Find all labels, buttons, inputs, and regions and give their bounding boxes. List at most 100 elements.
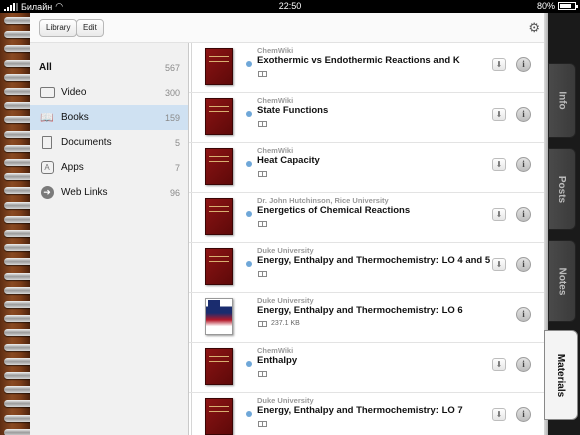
- app-store-icon: A: [39, 161, 55, 175]
- book-cover-thumbnail: [205, 198, 233, 235]
- open-book-icon: 📖: [40, 112, 54, 124]
- info-icon[interactable]: i: [516, 407, 531, 422]
- sidebar-item-count: 567: [164, 62, 180, 73]
- sidebar-item-all[interactable]: All 567: [30, 55, 188, 80]
- library-button[interactable]: Library: [39, 19, 78, 37]
- tab-posts[interactable]: Posts: [548, 148, 576, 230]
- sidebar-item-count: 96: [169, 187, 180, 198]
- download-button[interactable]: ⬇: [492, 208, 506, 221]
- book-type-icon: [258, 271, 267, 277]
- status-bar: Билайн ◠ 22:50 80%: [0, 0, 580, 13]
- sidebar-item-label: Apps: [61, 162, 84, 173]
- edit-button[interactable]: Edit: [76, 19, 104, 37]
- sidebar-item-video[interactable]: Video 300: [30, 80, 188, 105]
- materials-list: ChemWiki Exothermic vs Endothermic React…: [189, 43, 548, 435]
- book-type-icon: [258, 171, 267, 177]
- library-page: Library Edit ⚙ All 567 Video 300 📖 Books…: [30, 13, 548, 435]
- list-item[interactable]: Dr. John Hutchinson, Rice University Ene…: [189, 193, 548, 243]
- info-icon[interactable]: i: [516, 107, 531, 122]
- book-type-icon: [258, 321, 267, 327]
- download-button[interactable]: ⬇: [492, 58, 506, 71]
- book-type-icon: [258, 71, 267, 77]
- sidebar-item-label: Video: [61, 87, 87, 98]
- sidebar-item-documents[interactable]: Documents 5: [30, 130, 188, 155]
- sidebar-item-label: Documents: [61, 137, 112, 148]
- tab-label: Notes: [556, 267, 568, 295]
- item-author: Duke University: [257, 246, 314, 255]
- document-icon: [39, 136, 55, 150]
- book-type-icon: [258, 421, 267, 427]
- monitor-icon: [39, 86, 55, 100]
- book-cover-thumbnail: [205, 348, 233, 385]
- gear-icon[interactable]: ⚙: [528, 21, 540, 35]
- item-title: Exothermic vs Endothermic Reactions and …: [257, 55, 460, 66]
- book-type-icon: [258, 371, 267, 377]
- sidebar-item-label: Books: [61, 112, 89, 123]
- tab-label: Posts: [556, 175, 568, 203]
- unread-dot: [246, 411, 252, 417]
- tab-notes[interactable]: Notes: [548, 240, 576, 322]
- sidebar-item-label: All: [39, 62, 52, 73]
- item-title: State Functions: [257, 105, 329, 116]
- unread-dot: [246, 261, 252, 267]
- battery-percent: 80%: [536, 1, 555, 11]
- file-size: 237.1 KB: [271, 320, 300, 327]
- book-type-icon: [258, 221, 267, 227]
- sidebar-item-count: 300: [164, 87, 180, 98]
- notebook-binding: [0, 13, 38, 435]
- tab-label: Materials: [555, 353, 567, 397]
- list-item[interactable]: Duke University Energy, Enthalpy and The…: [189, 393, 548, 435]
- list-item[interactable]: Duke University Energy, Enthalpy and The…: [189, 243, 548, 293]
- item-title: Energy, Enthalpy and Thermochemistry: LO…: [257, 305, 463, 316]
- download-button[interactable]: ⬇: [492, 358, 506, 371]
- item-title: Energy, Enthalpy and Thermochemistry: LO…: [257, 405, 463, 416]
- item-author: Dr. John Hutchinson, Rice University: [257, 196, 389, 205]
- item-author: Duke University: [257, 396, 314, 405]
- category-sidebar: All 567 Video 300 📖 Books 159 Documents …: [30, 43, 189, 435]
- sidebar-item-web-links[interactable]: ➜ Web Links 96: [30, 180, 188, 205]
- list-item[interactable]: Duke University Energy, Enthalpy and The…: [189, 293, 548, 343]
- unread-dot: [246, 211, 252, 217]
- item-author: ChemWiki: [257, 346, 294, 355]
- info-icon[interactable]: i: [516, 307, 531, 322]
- tab-materials[interactable]: Materials: [544, 330, 578, 420]
- info-icon[interactable]: i: [516, 357, 531, 372]
- list-item[interactable]: ChemWiki Enthalpy ⬇ i: [189, 343, 548, 393]
- unread-dot: [246, 161, 252, 167]
- download-button[interactable]: ⬇: [492, 158, 506, 171]
- book-cover-thumbnail: [205, 48, 233, 85]
- item-author: ChemWiki: [257, 46, 294, 55]
- info-icon[interactable]: i: [516, 157, 531, 172]
- toolbar: Library Edit ⚙: [30, 13, 548, 43]
- item-title: Heat Capacity: [257, 155, 320, 166]
- sidebar-item-count: 159: [164, 112, 180, 123]
- book-type-icon: [258, 121, 267, 127]
- item-title: Energetics of Chemical Reactions: [257, 205, 411, 216]
- info-icon[interactable]: i: [516, 207, 531, 222]
- battery-info: 80%: [536, 1, 578, 11]
- clock: 22:50: [278, 1, 302, 11]
- download-button[interactable]: ⬇: [492, 108, 506, 121]
- item-title: Energy, Enthalpy and Thermochemistry: LO…: [257, 255, 491, 266]
- item-author: ChemWiki: [257, 146, 294, 155]
- item-author: Duke University: [257, 296, 314, 305]
- unread-dot: [246, 361, 252, 367]
- info-icon[interactable]: i: [516, 57, 531, 72]
- download-button[interactable]: ⬇: [492, 258, 506, 271]
- book-cover-thumbnail: [205, 98, 233, 135]
- tab-label: Info: [556, 91, 568, 110]
- sidebar-item-count: 7: [174, 162, 180, 173]
- sidebar-item-label: Web Links: [61, 187, 108, 198]
- info-icon[interactable]: i: [516, 257, 531, 272]
- sidebar-item-books[interactable]: 📖 Books 159: [30, 105, 188, 130]
- tab-info[interactable]: Info: [548, 63, 576, 138]
- list-item[interactable]: ChemWiki Exothermic vs Endothermic React…: [189, 43, 548, 93]
- list-item[interactable]: ChemWiki Heat Capacity ⬇ i: [189, 143, 548, 193]
- list-item[interactable]: ChemWiki State Functions ⬇ i: [189, 93, 548, 143]
- download-button[interactable]: ⬇: [492, 408, 506, 421]
- book-cover-thumbnail: [205, 248, 233, 285]
- sidebar-item-apps[interactable]: A Apps 7: [30, 155, 188, 180]
- link-arrow-icon: ➜: [39, 186, 55, 200]
- book-cover-thumbnail: [205, 148, 233, 185]
- item-author: ChemWiki: [257, 96, 294, 105]
